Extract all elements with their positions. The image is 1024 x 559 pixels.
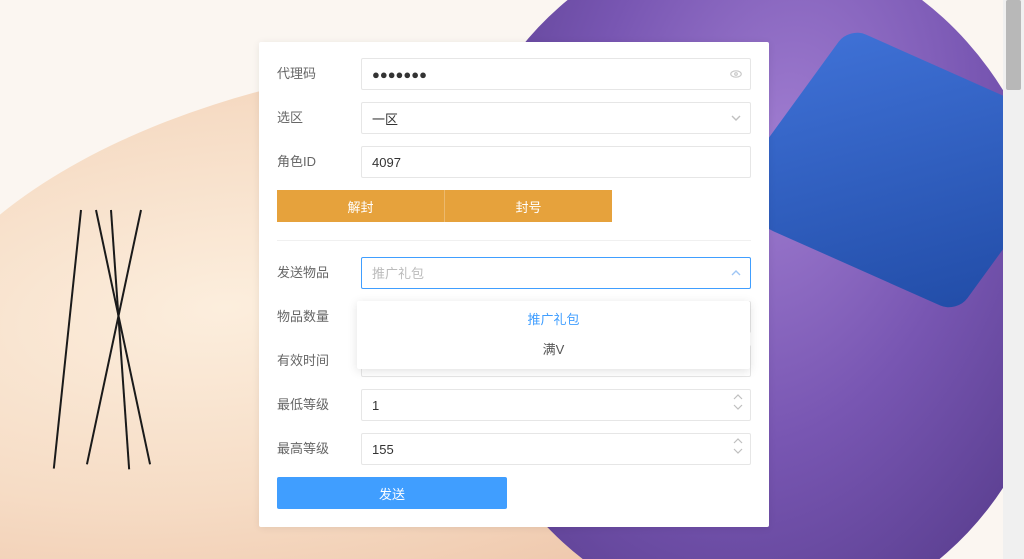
send-button[interactable]: 发送 — [277, 477, 507, 509]
admin-form-card: 代理码 选区 角色ID — [259, 42, 769, 527]
row-min-level: 最低等级 — [277, 389, 751, 421]
label-item-qty: 物品数量 — [277, 302, 361, 332]
scrollbar-thumb[interactable] — [1006, 0, 1021, 90]
max-level-input[interactable] — [361, 433, 751, 465]
row-proxy-code: 代理码 — [277, 58, 751, 90]
send-item-dropdown: 推广礼包 满V — [357, 301, 750, 369]
proxy-code-input[interactable] — [361, 58, 751, 90]
label-proxy-code: 代理码 — [277, 59, 361, 89]
vertical-scrollbar[interactable] — [1003, 0, 1024, 559]
label-role-id: 角色ID — [277, 147, 361, 177]
label-zone: 选区 — [277, 103, 361, 133]
eye-icon[interactable] — [729, 58, 743, 90]
zone-select[interactable] — [361, 102, 751, 134]
number-stepper-icon[interactable] — [733, 437, 745, 455]
label-send-item: 发送物品 — [277, 258, 361, 288]
row-zone: 选区 — [277, 102, 751, 134]
role-id-input[interactable] — [361, 146, 751, 178]
row-role-id: 角色ID — [277, 146, 751, 178]
number-stepper-icon[interactable] — [733, 393, 745, 411]
send-item-select[interactable] — [361, 257, 751, 289]
label-max-level: 最高等级 — [277, 434, 361, 464]
row-max-level: 最高等级 — [277, 433, 751, 465]
min-level-input[interactable] — [361, 389, 751, 421]
row-ban-buttons: 解封 封号 — [277, 190, 612, 222]
unban-button[interactable]: 解封 — [277, 190, 444, 222]
dropdown-option[interactable]: 推广礼包 — [357, 305, 750, 335]
dropdown-option[interactable]: 满V — [357, 335, 750, 365]
label-valid-time: 有效时间 — [277, 346, 361, 376]
label-min-level: 最低等级 — [277, 390, 361, 420]
row-send-item: 发送物品 — [277, 257, 751, 289]
section-divider — [277, 240, 751, 241]
ban-button[interactable]: 封号 — [444, 190, 612, 222]
